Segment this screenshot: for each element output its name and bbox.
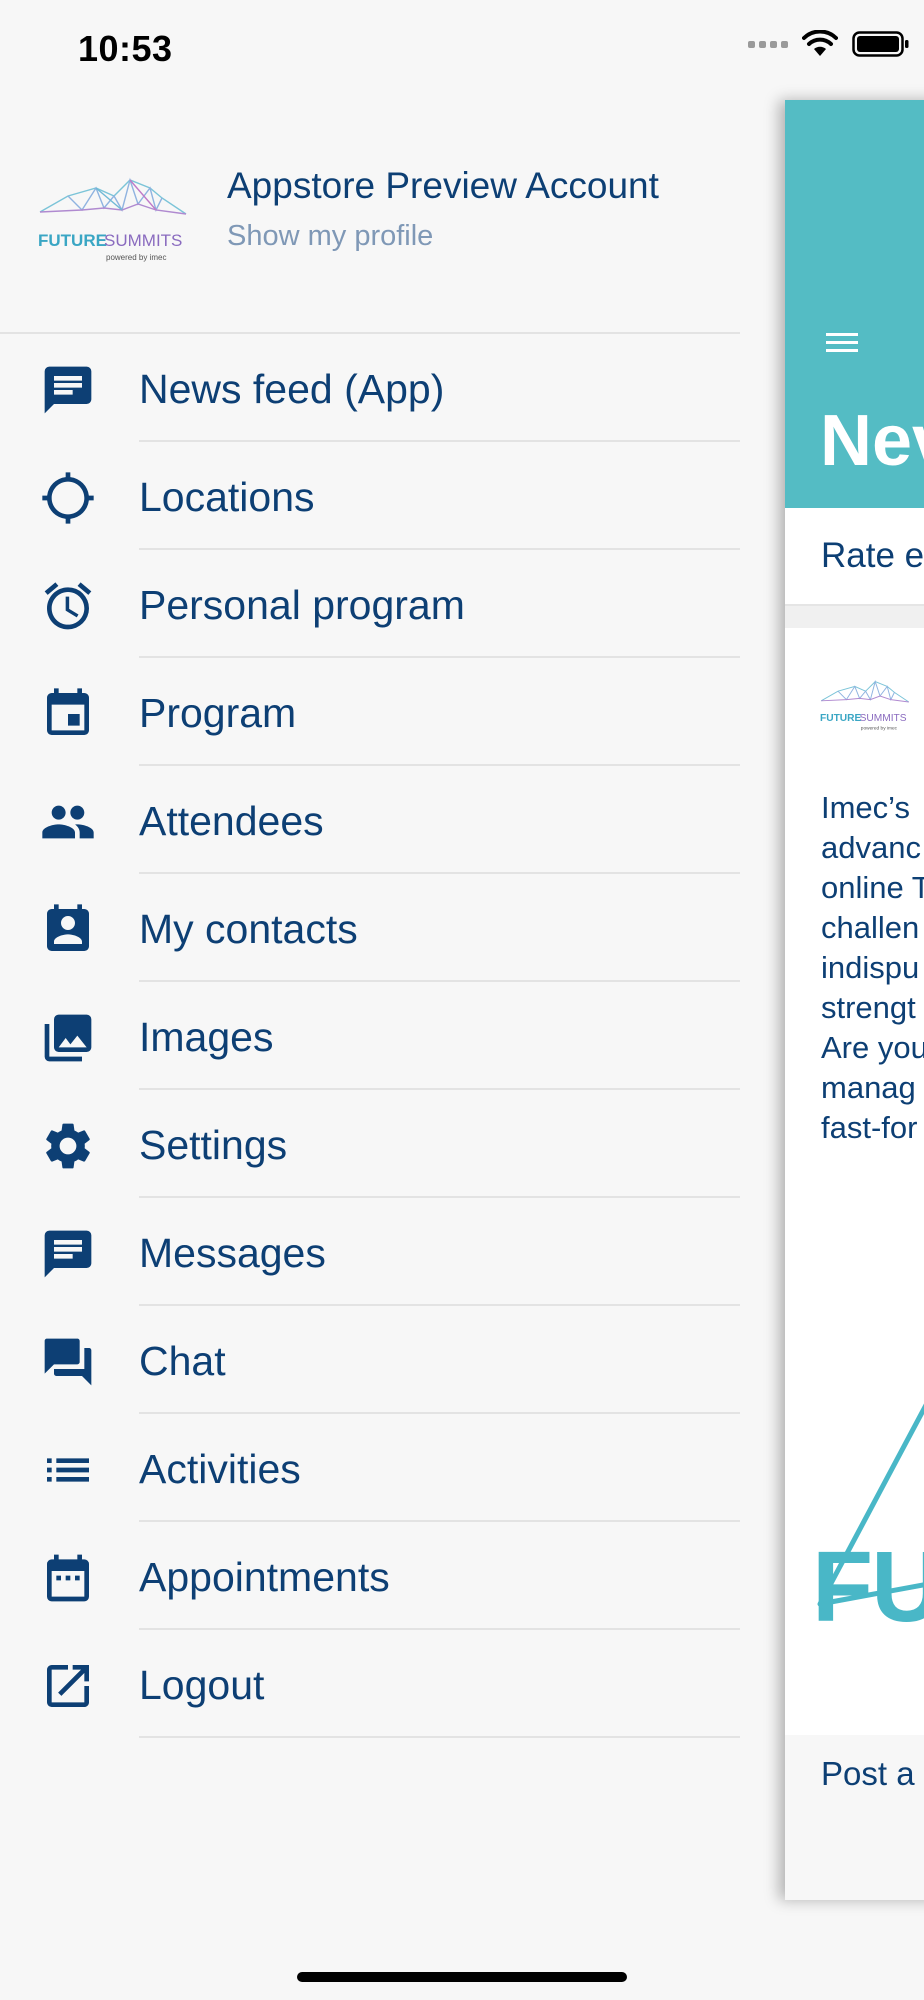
drawer-menu: News feed (App) Locations Personal progr… bbox=[0, 334, 740, 1738]
menu-item-program[interactable]: Program bbox=[0, 658, 740, 766]
menu-item-chat[interactable]: Chat bbox=[0, 1306, 740, 1414]
chat-icon bbox=[44, 1338, 92, 1386]
external-link-icon bbox=[47, 1665, 89, 1707]
list-icon bbox=[47, 1458, 89, 1482]
rate-event-label: Rate e bbox=[821, 536, 924, 575]
cellular-signal-icon bbox=[748, 40, 788, 48]
post-text-line: online T bbox=[821, 870, 924, 905]
menu-label: Messages bbox=[139, 1230, 326, 1276]
post-text-line: Imec’s bbox=[821, 790, 911, 825]
menu-label: Locations bbox=[139, 474, 315, 520]
show-profile-link[interactable]: Show my profile bbox=[227, 220, 433, 253]
svg-text:powered by imec: powered by imec bbox=[106, 253, 166, 262]
post-text-line: indispu bbox=[821, 950, 920, 985]
menu-label: Images bbox=[139, 1014, 274, 1060]
svg-text:powered by imec: powered by imec bbox=[861, 726, 898, 732]
hamburger-menu-icon[interactable] bbox=[826, 333, 858, 353]
news-feed-icon bbox=[44, 366, 92, 414]
future-summits-logo: FUTURE SUMMITS powered by imec bbox=[38, 177, 187, 262]
divider bbox=[785, 606, 924, 628]
gear-icon bbox=[46, 1123, 90, 1169]
post-text-line: strengt bbox=[821, 990, 916, 1025]
divider bbox=[139, 1736, 740, 1738]
menu-item-settings[interactable]: Settings bbox=[0, 1090, 740, 1198]
menu-item-activities[interactable]: Activities bbox=[0, 1414, 740, 1522]
menu-item-news-feed[interactable]: News feed (App) bbox=[0, 334, 740, 442]
menu-label: Settings bbox=[139, 1122, 288, 1168]
menu-label: My contacts bbox=[139, 906, 358, 952]
crosshair-icon bbox=[42, 472, 94, 524]
post-footer: Post a bbox=[785, 1735, 924, 1900]
menu-label: Logout bbox=[139, 1662, 265, 1708]
calendar-icon bbox=[47, 1554, 89, 1602]
menu-label: Personal program bbox=[139, 582, 465, 628]
menu-item-messages[interactable]: Messages bbox=[0, 1198, 740, 1306]
post-text-line: Are you bbox=[821, 1030, 924, 1065]
menu-label: Chat bbox=[139, 1338, 226, 1384]
post-text-line: advanc bbox=[821, 830, 921, 865]
post-text-line: challen bbox=[821, 910, 920, 945]
menu-item-attendees[interactable]: Attendees bbox=[0, 766, 740, 874]
profile-name: Appstore Preview Account bbox=[227, 165, 659, 206]
alarm-clock-icon bbox=[44, 582, 92, 630]
news-feed-panel[interactable]: Nev Rate e FUTURE SUMMITS powered by ime… bbox=[785, 100, 924, 1900]
post-image-wordmark: FU bbox=[812, 1531, 924, 1643]
menu-label: Attendees bbox=[139, 798, 324, 844]
status-time: 10:53 bbox=[78, 28, 173, 69]
battery-icon bbox=[852, 31, 909, 57]
post-comment-button[interactable]: Post a bbox=[821, 1755, 915, 1793]
menu-item-locations[interactable]: Locations bbox=[0, 442, 740, 550]
post-text: Imec’s advanc online T challen indispu s… bbox=[821, 788, 924, 1148]
post-text-line: manag bbox=[821, 1070, 916, 1105]
home-indicator[interactable] bbox=[297, 1972, 627, 1982]
menu-item-images[interactable]: Images bbox=[0, 982, 740, 1090]
profile-header[interactable]: FUTURE SUMMITS powered by imec Appstore … bbox=[0, 150, 740, 332]
svg-text:SUMMITS: SUMMITS bbox=[860, 713, 907, 724]
post-author-logo: FUTURE SUMMITS powered by imec bbox=[820, 679, 910, 732]
panel-header: Nev bbox=[785, 100, 924, 508]
menu-item-logout[interactable]: Logout bbox=[0, 1630, 740, 1738]
contact-card-icon bbox=[47, 904, 89, 951]
svg-text:FUTURE: FUTURE bbox=[38, 231, 107, 250]
message-icon bbox=[44, 1230, 92, 1278]
menu-item-my-contacts[interactable]: My contacts bbox=[0, 874, 740, 982]
calendar-event-icon bbox=[47, 688, 89, 735]
menu-label: Program bbox=[139, 690, 297, 736]
people-icon bbox=[42, 805, 94, 839]
panel-title: Nev bbox=[820, 401, 924, 481]
menu-label: Activities bbox=[139, 1446, 301, 1492]
wifi-icon bbox=[802, 30, 838, 56]
svg-text:SUMMITS: SUMMITS bbox=[104, 231, 182, 250]
rate-event-bar[interactable]: Rate e bbox=[785, 508, 924, 606]
menu-label: Appointments bbox=[139, 1554, 390, 1600]
svg-text:FUTURE: FUTURE bbox=[820, 713, 862, 724]
post-text-line: fast-for bbox=[821, 1110, 918, 1145]
menu-item-appointments[interactable]: Appointments bbox=[0, 1522, 740, 1630]
menu-label: News feed (App) bbox=[139, 366, 445, 412]
status-bar: 10:53 bbox=[0, 0, 924, 100]
status-icons bbox=[748, 30, 910, 58]
menu-item-personal-program[interactable]: Personal program bbox=[0, 550, 740, 658]
images-icon bbox=[44, 1014, 92, 1062]
